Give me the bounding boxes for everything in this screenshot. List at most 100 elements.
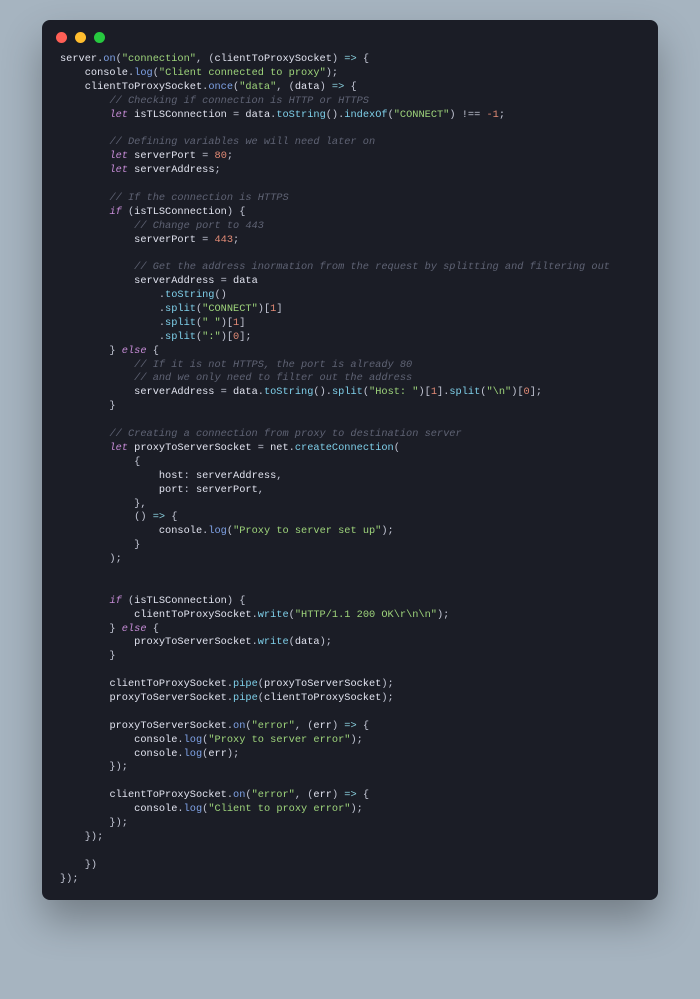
code-token: toString <box>264 386 313 398</box>
code-token <box>60 67 85 79</box>
code-token: (). <box>313 386 332 398</box>
code-token: ); <box>350 803 362 815</box>
code-token: }); <box>60 817 128 829</box>
code-token: } <box>60 400 116 412</box>
code-token: ( <box>122 206 134 218</box>
code-token <box>60 609 134 621</box>
code-token: data <box>295 636 320 648</box>
code-token: clientToProxySocket <box>264 692 381 704</box>
code-block: server.on("connection", (clientToProxySo… <box>42 51 658 886</box>
code-token: proxyToServerSocket <box>109 692 226 704</box>
code-token: log <box>184 734 203 746</box>
code-token: . <box>60 317 165 329</box>
code-token: write <box>258 636 289 648</box>
code-token <box>60 734 134 746</box>
code-token: serverAddress <box>134 386 214 398</box>
code-token: 80 <box>215 150 227 162</box>
code-token: on <box>233 789 245 801</box>
code-token: let <box>109 442 128 454</box>
code-token: => <box>344 53 356 65</box>
code-token: err <box>313 720 332 732</box>
code-token: // Get the address inormation from the r… <box>134 261 610 273</box>
code-token: split <box>449 386 480 398</box>
code-token: isTLSConnection <box>134 206 227 218</box>
code-token: "\n" <box>486 386 511 398</box>
code-token: proxyToServerSocket <box>264 678 381 690</box>
code-token: )[ <box>511 386 523 398</box>
code-token: ] <box>276 303 282 315</box>
code-token: { <box>60 456 140 468</box>
code-token <box>60 178 66 190</box>
code-token: }); <box>60 831 103 843</box>
code-token: "error" <box>252 789 295 801</box>
code-token: data <box>233 275 258 287</box>
code-token <box>60 234 134 246</box>
code-token: "HTTP/1.1 200 OK\r\n\n" <box>295 609 437 621</box>
code-token: => <box>344 789 356 801</box>
code-token: // Change port to 443 <box>134 220 264 232</box>
code-token <box>60 470 159 482</box>
code-token: => <box>344 720 356 732</box>
code-token <box>60 789 109 801</box>
code-token: = <box>196 150 215 162</box>
code-token: isTLSConnection <box>134 109 227 121</box>
code-token <box>60 192 109 204</box>
code-token: on <box>103 53 115 65</box>
code-token: once <box>208 81 233 93</box>
code-token: log <box>208 525 227 537</box>
code-token: (). <box>326 109 345 121</box>
code-token: data <box>233 386 258 398</box>
code-token: } <box>60 345 122 357</box>
code-token: => <box>332 81 344 93</box>
code-token: ) { <box>227 595 246 607</box>
code-token <box>60 525 159 537</box>
code-token: data <box>245 109 270 121</box>
maximize-icon[interactable] <box>94 32 105 43</box>
code-token <box>60 359 134 371</box>
code-token: // If the connection is HTTPS <box>109 192 288 204</box>
code-token: : <box>184 484 196 496</box>
code-token: , <box>276 470 282 482</box>
code-token <box>60 567 66 579</box>
code-token <box>60 386 134 398</box>
minimize-icon[interactable] <box>75 32 86 43</box>
code-token: "connection" <box>122 53 196 65</box>
code-token: { <box>165 511 177 523</box>
code-token: err <box>208 748 227 760</box>
code-token <box>60 261 134 273</box>
code-token: ); <box>227 748 239 760</box>
code-token: ); <box>381 678 393 690</box>
code-token <box>60 664 66 676</box>
code-token: )[ <box>258 303 270 315</box>
code-token: let <box>109 150 128 162</box>
code-token: serverPort <box>196 484 258 496</box>
code-token: )[ <box>221 331 233 343</box>
code-token: ) { <box>227 206 246 218</box>
code-token: if <box>109 595 121 607</box>
code-token <box>60 164 109 176</box>
code-token <box>60 442 109 454</box>
code-token: clientToProxySocket <box>109 789 226 801</box>
code-token: // Creating a connection from proxy to d… <box>109 428 461 440</box>
code-token: "Client to proxy error" <box>208 803 350 815</box>
code-token: ) <box>332 53 344 65</box>
code-token: log <box>184 748 203 760</box>
code-token: => <box>153 511 165 523</box>
code-token: ); <box>326 67 338 79</box>
code-token <box>60 275 134 287</box>
code-token <box>60 414 66 426</box>
close-icon[interactable] <box>56 32 67 43</box>
code-token: toString <box>276 109 325 121</box>
code-token <box>60 720 109 732</box>
code-token <box>60 484 159 496</box>
code-token: toString <box>165 289 214 301</box>
code-token: , ( <box>295 789 314 801</box>
code-token: , ( <box>295 720 314 732</box>
code-token: ; <box>499 109 505 121</box>
code-token <box>60 595 109 607</box>
code-token: on <box>233 720 245 732</box>
code-token: }) <box>60 859 97 871</box>
code-token <box>60 678 109 690</box>
code-token: ":" <box>202 331 221 343</box>
code-token: ); <box>60 553 122 565</box>
